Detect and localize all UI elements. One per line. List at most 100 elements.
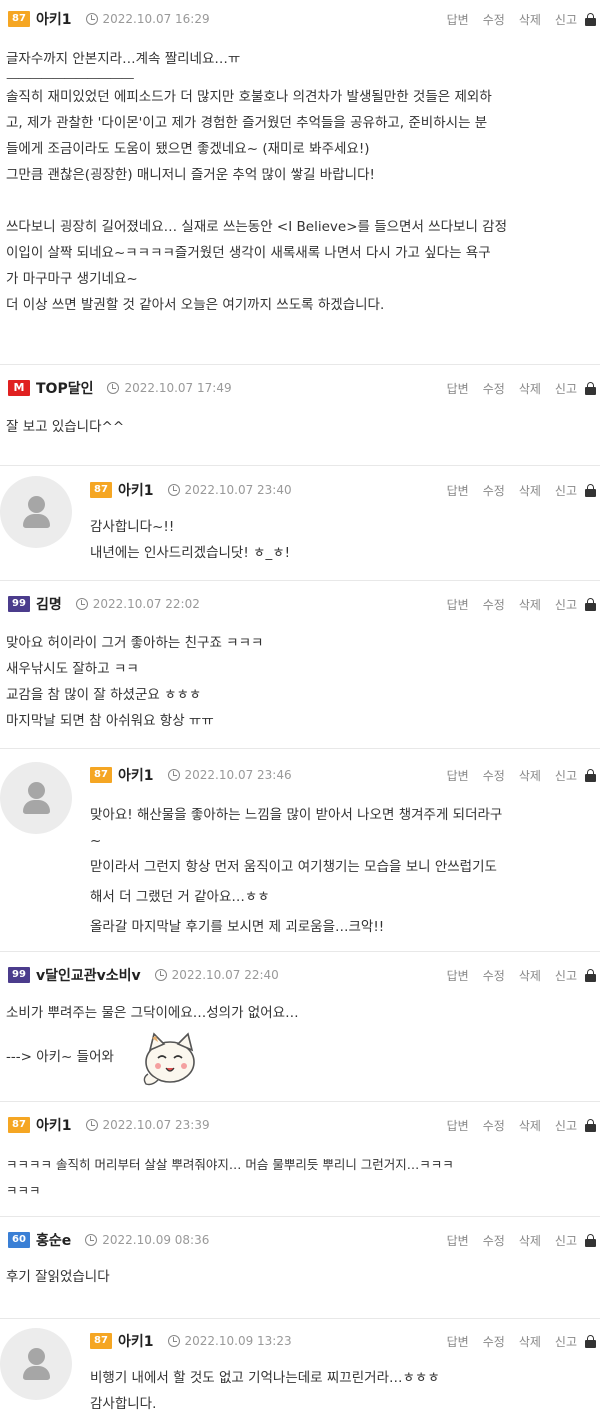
lock-icon[interactable] xyxy=(585,597,596,611)
comment-header: 87 아키1 2022.10.07 23:40 xyxy=(90,479,292,501)
delete-button[interactable]: 삭제 xyxy=(519,967,541,984)
clock-icon xyxy=(167,1335,180,1347)
comment-body: 잘 보고 있습니다^^ xyxy=(6,419,125,435)
level-badge: 87 xyxy=(90,482,112,498)
delete-button[interactable]: 삭제 xyxy=(519,1117,541,1134)
lock-icon[interactable] xyxy=(585,1233,596,1247)
report-button[interactable]: 신고 xyxy=(555,380,577,397)
level-badge: 60 xyxy=(8,1232,30,1248)
comment-actions: 답변 수정 삭제 신고 xyxy=(433,1114,596,1136)
divider xyxy=(0,364,600,365)
manager-badge: M xyxy=(8,380,30,396)
delete-button[interactable]: 삭제 xyxy=(519,380,541,397)
timestamp: 2022.10.09 13:23 xyxy=(167,1334,292,1348)
edit-button[interactable]: 수정 xyxy=(483,1232,505,1249)
author-nickname[interactable]: 아키1 xyxy=(36,9,72,29)
reply-button[interactable]: 답변 xyxy=(447,596,469,613)
reply-button[interactable]: 답변 xyxy=(447,380,469,397)
lock-icon[interactable] xyxy=(585,968,596,982)
report-button[interactable]: 신고 xyxy=(555,482,577,499)
divider xyxy=(0,1101,600,1102)
comment-body: 맞아요 허이라이 그거 좋아하는 친구죠 ㅋㅋㅋ 새우낚시도 잘하고 ㅋㅋ 교감… xyxy=(6,635,264,729)
reply-button[interactable]: 답변 xyxy=(447,967,469,984)
comment-header: 60 홍순e 2022.10.09 08:36 xyxy=(8,1229,209,1251)
comment-body: 후기 잘읽었습니다 xyxy=(6,1269,110,1285)
delete-button[interactable]: 삭제 xyxy=(519,1232,541,1249)
author-nickname[interactable]: 아키1 xyxy=(118,1331,154,1351)
lock-icon[interactable] xyxy=(585,381,596,395)
clock-icon xyxy=(107,382,120,394)
lock-icon[interactable] xyxy=(585,768,596,782)
report-button[interactable]: 신고 xyxy=(555,596,577,613)
divider xyxy=(0,1318,600,1319)
author-nickname[interactable]: 아키1 xyxy=(118,765,154,785)
divider-line: ——————————— xyxy=(6,70,135,86)
comment-header: 87 아키1 2022.10.07 23:39 xyxy=(8,1114,210,1136)
comment-actions: 답변 수정 삭제 신고 xyxy=(433,964,596,986)
timestamp: 2022.10.07 16:29 xyxy=(85,12,210,26)
level-badge: 87 xyxy=(90,767,112,783)
clock-icon xyxy=(167,484,180,496)
edit-button[interactable]: 수정 xyxy=(483,482,505,499)
reply-button[interactable]: 답변 xyxy=(447,482,469,499)
comment-actions: 답변 수정 삭제 신고 xyxy=(433,479,596,501)
reply-button[interactable]: 답변 xyxy=(447,1333,469,1350)
clock-icon xyxy=(75,598,88,610)
author-nickname[interactable]: v달인교관v소비v xyxy=(36,965,141,985)
delete-button[interactable]: 삭제 xyxy=(519,482,541,499)
reply-button[interactable]: 답변 xyxy=(447,1232,469,1249)
edit-button[interactable]: 수정 xyxy=(483,11,505,28)
author-nickname[interactable]: TOP달인 xyxy=(36,378,93,398)
timestamp: 2022.10.07 22:02 xyxy=(75,597,200,611)
edit-button[interactable]: 수정 xyxy=(483,596,505,613)
delete-button[interactable]: 삭제 xyxy=(519,767,541,784)
author-nickname[interactable]: 아키1 xyxy=(118,480,154,500)
reply-button[interactable]: 답변 xyxy=(447,11,469,28)
comment-header: 87 아키1 2022.10.09 13:23 xyxy=(90,1330,292,1352)
comment-actions: 답변 수정 삭제 신고 xyxy=(433,377,596,399)
delete-button[interactable]: 삭제 xyxy=(519,1333,541,1350)
timestamp: 2022.10.07 17:49 xyxy=(107,381,232,395)
report-button[interactable]: 신고 xyxy=(555,767,577,784)
edit-button[interactable]: 수정 xyxy=(483,967,505,984)
comment-body: 감사합니다~!! 내년에는 인사드리겠습니닷! ㅎ_ㅎ! xyxy=(90,519,291,561)
author-nickname[interactable]: 홍순e xyxy=(36,1230,71,1250)
level-badge: 99 xyxy=(8,596,30,612)
comment-header: 99 김명 2022.10.07 22:02 xyxy=(8,593,200,615)
comment-body: 글자수까지 안본지라…계속 짤리네요…ㅠ ——————————— 솔직히 재미있… xyxy=(6,51,507,313)
lock-icon[interactable] xyxy=(585,483,596,497)
lock-icon[interactable] xyxy=(585,12,596,26)
cat-emoticon xyxy=(143,1032,195,1086)
report-button[interactable]: 신고 xyxy=(555,1232,577,1249)
comment-header: M TOP달인 2022.10.07 17:49 xyxy=(8,377,232,399)
comment-actions: 답변 수정 삭제 신고 xyxy=(433,8,596,30)
author-nickname[interactable]: 아키1 xyxy=(36,1115,72,1135)
report-button[interactable]: 신고 xyxy=(555,11,577,28)
delete-button[interactable]: 삭제 xyxy=(519,596,541,613)
edit-button[interactable]: 수정 xyxy=(483,1333,505,1350)
delete-button[interactable]: 삭제 xyxy=(519,11,541,28)
divider xyxy=(0,1216,600,1217)
comment-actions: 답변 수정 삭제 신고 xyxy=(433,1330,596,1352)
comment-actions: 답변 수정 삭제 신고 xyxy=(433,1229,596,1251)
lock-icon[interactable] xyxy=(585,1118,596,1132)
level-badge: 87 xyxy=(8,11,30,27)
report-button[interactable]: 신고 xyxy=(555,1117,577,1134)
report-button[interactable]: 신고 xyxy=(555,967,577,984)
edit-button[interactable]: 수정 xyxy=(483,1117,505,1134)
divider xyxy=(0,748,600,749)
edit-button[interactable]: 수정 xyxy=(483,380,505,397)
clock-icon xyxy=(85,1234,98,1246)
timestamp: 2022.10.07 23:40 xyxy=(167,483,292,497)
edit-button[interactable]: 수정 xyxy=(483,767,505,784)
comment-body: 맞아요! 해산물을 좋아하는 느낌을 많이 받아서 나오면 챙겨주게 되더라구 … xyxy=(90,807,503,935)
timestamp: 2022.10.09 08:36 xyxy=(85,1233,209,1247)
lock-icon[interactable] xyxy=(585,1334,596,1348)
reply-button[interactable]: 답변 xyxy=(447,1117,469,1134)
comment-header: 87 아키1 2022.10.07 23:46 xyxy=(90,764,292,786)
level-badge: 87 xyxy=(90,1333,112,1349)
avatar xyxy=(0,476,72,548)
author-nickname[interactable]: 김명 xyxy=(36,594,62,614)
report-button[interactable]: 신고 xyxy=(555,1333,577,1350)
reply-button[interactable]: 답변 xyxy=(447,767,469,784)
